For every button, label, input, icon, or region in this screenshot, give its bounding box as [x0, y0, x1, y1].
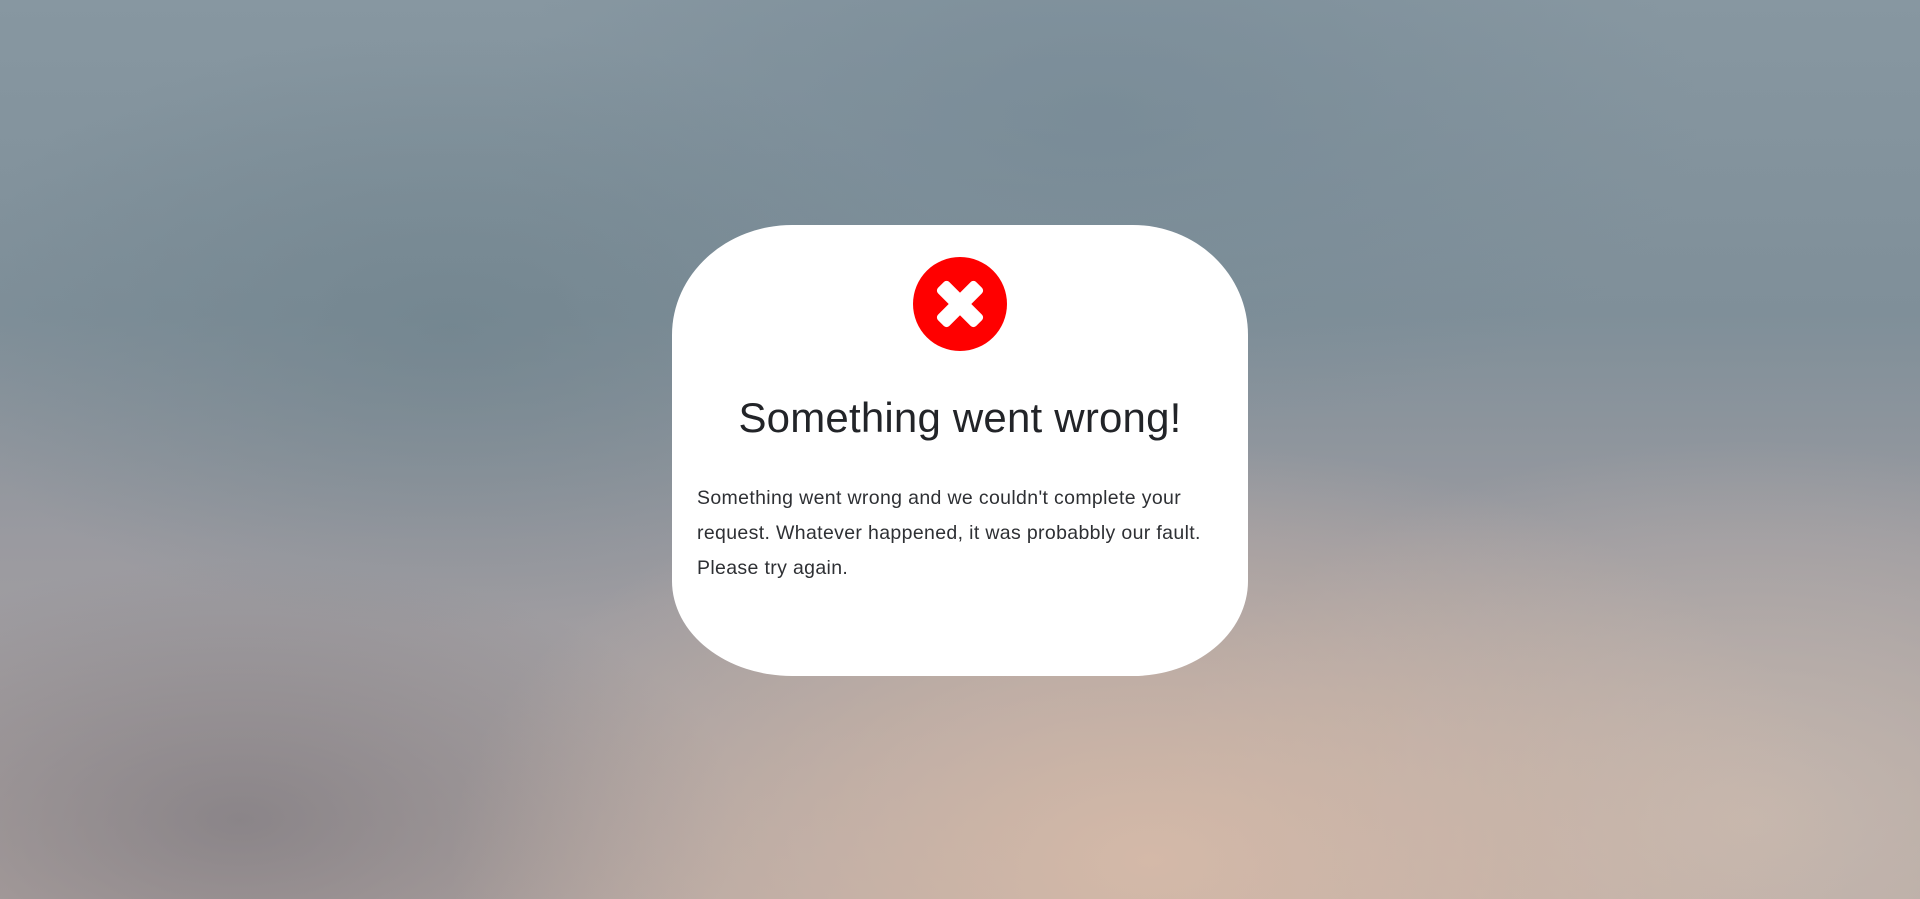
error-message: Something went wrong and we couldn't com… [697, 487, 1201, 579]
error-title: Something went wrong! [738, 394, 1182, 441]
error-x-circle-icon [913, 257, 1007, 351]
error-dialog: Something went wrong! Something went wro… [672, 225, 1248, 676]
